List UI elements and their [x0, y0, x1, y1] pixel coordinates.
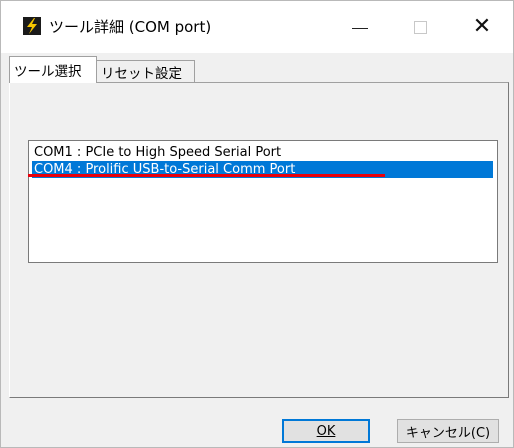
close-icon: ✕ — [472, 14, 492, 39]
ok-button-label: OK — [316, 423, 336, 439]
list-item-com1[interactable]: COM1 : PCIe to High Speed Serial Port — [32, 144, 493, 161]
title-bar[interactable]: ツール詳細 (COM port) ✕ — [1, 1, 513, 53]
minimize-icon — [352, 27, 368, 29]
dialog-window: ツール詳細 (COM port) ✕ ツール選択 リセット設定 COM1 : P… — [0, 0, 514, 448]
ok-button[interactable]: OK — [282, 419, 370, 443]
maximize-button[interactable] — [397, 1, 443, 53]
red-underline-annotation — [28, 174, 385, 177]
close-button[interactable]: ✕ — [459, 1, 505, 53]
lightning-icon — [23, 17, 41, 35]
maximize-icon — [413, 20, 427, 34]
minimize-button[interactable] — [337, 1, 383, 53]
cancel-button-label: キャンセル(C) — [405, 425, 491, 441]
com-port-listbox[interactable]: COM1 : PCIe to High Speed Serial Port CO… — [28, 140, 498, 263]
cancel-button[interactable]: キャンセル(C) — [397, 419, 499, 443]
window-title: ツール詳細 (COM port) — [49, 18, 212, 36]
tab-reset-settings[interactable]: リセット設定 — [97, 60, 195, 82]
tab-tool-select[interactable]: ツール選択 — [9, 56, 97, 83]
